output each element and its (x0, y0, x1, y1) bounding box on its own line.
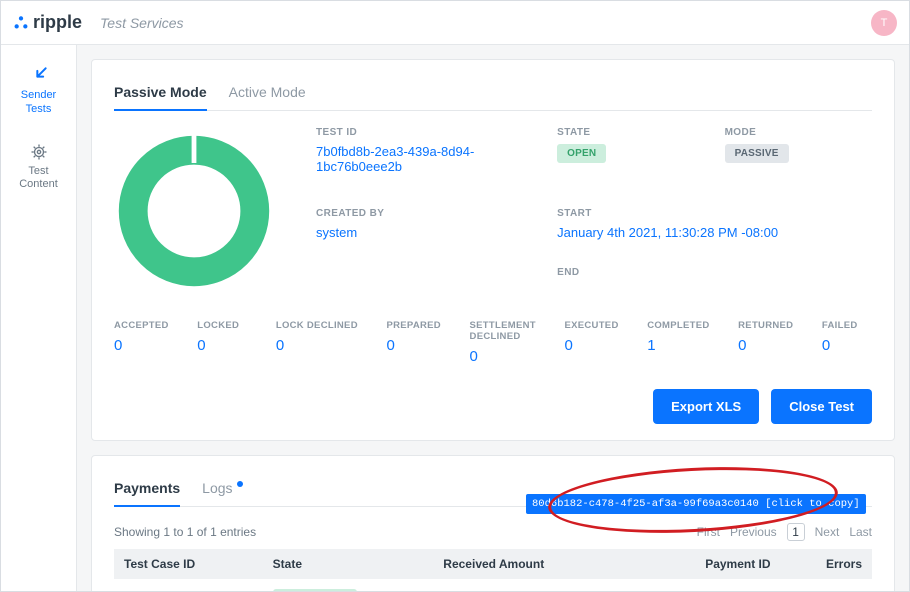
sidebar: Sender Tests Test Content (1, 45, 77, 591)
mode-label: MODE (725, 127, 872, 138)
sidebar-item-test-content[interactable]: Test Content (1, 131, 76, 207)
avatar[interactable]: T (871, 10, 897, 36)
tab-payments[interactable]: Payments (114, 474, 180, 506)
cell-tcid: - (114, 579, 263, 591)
donut-chart (114, 127, 292, 294)
state-label: STATE (557, 127, 704, 138)
brand-text: ripple (33, 12, 82, 33)
sidebar-item-sender-tests[interactable]: Sender Tests (1, 53, 76, 131)
created-by-value[interactable]: system (316, 225, 357, 240)
end-label: END (557, 267, 872, 278)
sidebar-item-label: Sender Tests (5, 89, 72, 117)
close-test-button[interactable]: Close Test (771, 389, 872, 424)
pager-first[interactable]: First (697, 525, 720, 539)
payments-card: Payments Logs Showing 1 to 1 of 1 entrie… (91, 455, 895, 591)
cell-payment-id[interactable]: 80d6b182 (631, 579, 781, 591)
entries-showing: Showing 1 to 1 of 1 entries (114, 525, 256, 539)
col-test-case-id[interactable]: Test Case ID (114, 549, 263, 579)
pager-top: First Previous 1 Next Last (697, 523, 872, 541)
start-label: START (557, 208, 872, 219)
pager-prev[interactable]: Previous (730, 525, 777, 539)
pager-page[interactable]: 1 (787, 523, 805, 541)
table-row[interactable]: - COMPLETED 501.00 USD 80d6b182 none (114, 579, 872, 591)
cell-errors: none (781, 579, 872, 591)
stat-failed: FAILED0 (822, 320, 872, 365)
stat-locked: LOCKED0 (197, 320, 247, 365)
mode-tabs: Passive Mode Active Mode (114, 78, 872, 111)
start-value: January 4th 2021, 11:30:28 PM -08:00 (557, 225, 778, 240)
stat-settlement-declined: SETTLEMENT DECLINED0 (470, 320, 536, 365)
logs-indicator-dot (237, 481, 243, 487)
stat-completed: COMPLETED1 (647, 320, 709, 365)
stat-accepted: ACCEPTED0 (114, 320, 169, 365)
stat-returned: RETURNED0 (738, 320, 793, 365)
pager-last[interactable]: Last (849, 525, 872, 539)
tab-active-mode[interactable]: Active Mode (229, 78, 306, 110)
sidebar-item-label: Test Content (5, 165, 72, 193)
col-received-amount[interactable]: Received Amount (433, 549, 630, 579)
ripple-icon (13, 15, 29, 31)
arrow-in-icon (29, 65, 49, 85)
main-content: Passive Mode Active Mode TEST ID 7b0fbd8… (77, 45, 909, 591)
test-overview-card: Passive Mode Active Mode TEST ID 7b0fbd8… (91, 59, 895, 441)
payments-table: Test Case ID State Received Amount Payme… (114, 549, 872, 591)
export-xls-button[interactable]: Export XLS (653, 389, 759, 424)
created-by-label: CREATED BY (316, 208, 537, 219)
brand-logo: ripple (13, 12, 82, 33)
col-state[interactable]: State (263, 549, 434, 579)
gear-icon (30, 143, 48, 161)
app-title: Test Services (100, 15, 184, 31)
tab-logs[interactable]: Logs (202, 474, 242, 506)
pager-next[interactable]: Next (815, 525, 840, 539)
cell-received: 501.00 USD (433, 579, 630, 591)
col-payment-id[interactable]: Payment ID (631, 549, 781, 579)
col-errors[interactable]: Errors (781, 549, 872, 579)
test-id-value[interactable]: 7b0fbd8b-2ea3-439a-8d94-1bc76b0eee2b (316, 144, 474, 174)
state-badge: OPEN (557, 144, 606, 163)
test-id-label: TEST ID (316, 127, 537, 138)
stat-prepared: PREPARED0 (386, 320, 440, 365)
stats-row: ACCEPTED0 LOCKED0 LOCK DECLINED0 PREPARE… (114, 294, 872, 365)
stat-executed: EXECUTED0 (564, 320, 618, 365)
stat-lock-declined: LOCK DECLINED0 (276, 320, 358, 365)
mode-badge: PASSIVE (725, 144, 789, 163)
table-header-row: Test Case ID State Received Amount Payme… (114, 549, 872, 579)
topbar: ripple Test Services T (1, 1, 909, 45)
cell-state: COMPLETED (263, 579, 434, 591)
payments-tabs: Payments Logs (114, 474, 872, 507)
tab-passive-mode[interactable]: Passive Mode (114, 78, 207, 110)
